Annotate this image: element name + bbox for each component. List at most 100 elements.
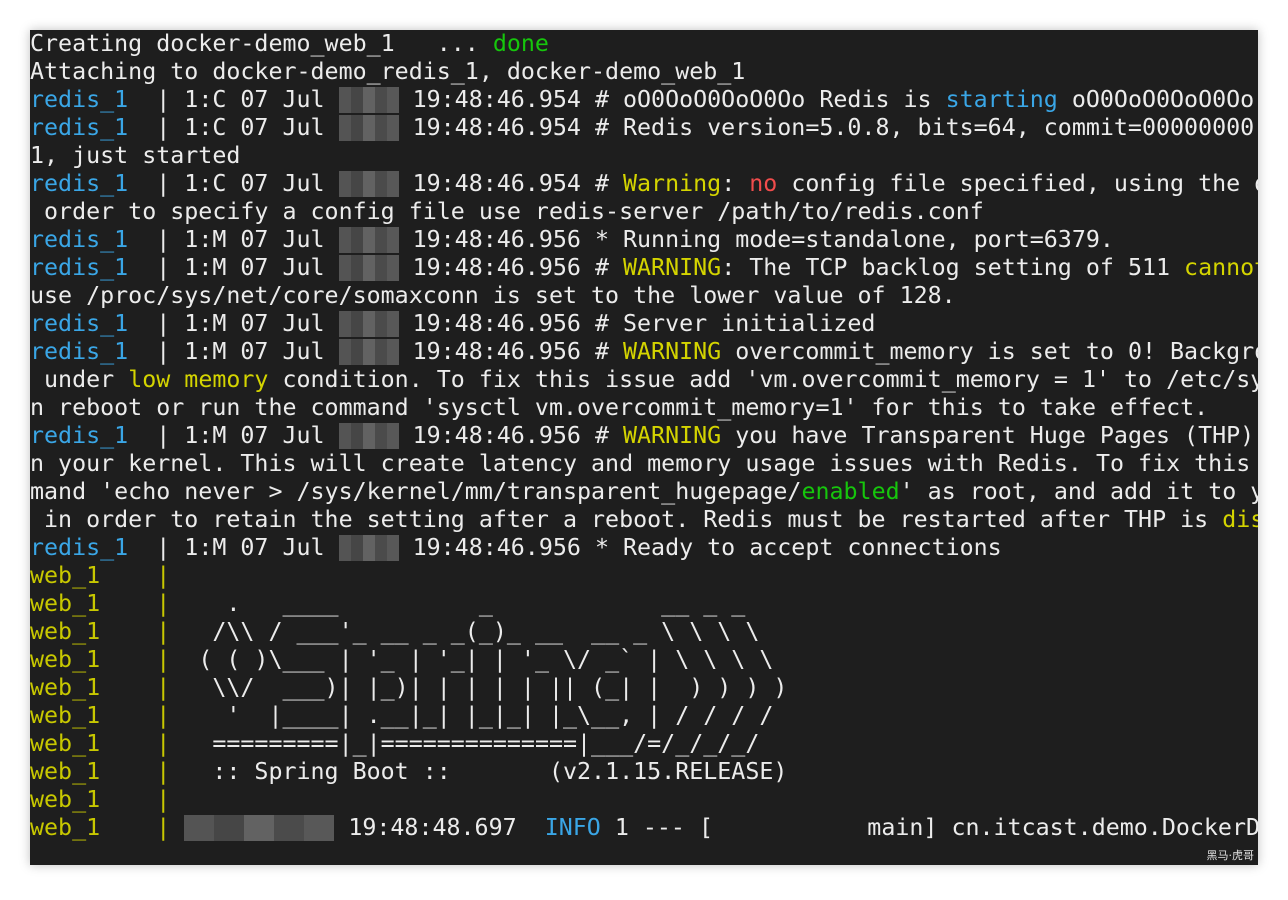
terminal-text-segment: overcommit_memory is set to 0! Backgro bbox=[721, 338, 1258, 365]
terminal-text-segment: use /proc/sys/net/core/somaxconn is set … bbox=[30, 282, 956, 309]
terminal-text-segment: /\\ / ___'_ __ _ _(_)_ __ __ _ \ \ \ \ bbox=[170, 618, 760, 645]
terminal-text-segment: redis_1 bbox=[30, 422, 129, 449]
terminal-line: order to specify a config file use redis… bbox=[30, 198, 1258, 226]
terminal-text-segment: | 1:M 07 Jul bbox=[128, 338, 339, 365]
terminal-text-segment: WARNING bbox=[623, 254, 722, 281]
terminal-window[interactable]: Creating docker-demo_web_1 ... done Attac… bbox=[30, 30, 1258, 865]
terminal-text-segment: in order to retain the setting after a r… bbox=[30, 506, 1223, 533]
terminal-text-segment: : bbox=[721, 170, 750, 197]
terminal-text-segment: web_1 | bbox=[30, 618, 171, 645]
terminal-line: under low memory condition. To fix this … bbox=[30, 366, 1258, 394]
terminal-text-segment: condition. To fix this issue add 'vm.ove… bbox=[268, 366, 1258, 393]
terminal-line: n your kernel. This will create latency … bbox=[30, 450, 1258, 478]
redacted-timestamp bbox=[338, 339, 399, 365]
terminal-line: web_1 | bbox=[30, 786, 1258, 814]
redacted-timestamp bbox=[338, 423, 399, 449]
terminal-text-segment: no bbox=[749, 170, 778, 197]
terminal-output: Creating docker-demo_web_1 ... done Attac… bbox=[30, 30, 1258, 842]
terminal-text-segment: WARNING bbox=[623, 422, 722, 449]
terminal-text-segment: starting bbox=[945, 86, 1058, 113]
terminal-text-segment: dis bbox=[1222, 506, 1258, 533]
terminal-text-segment: \\/ ___)| |_)| | | | | || (_| | ) ) ) ) bbox=[170, 674, 788, 701]
redacted-timestamp bbox=[338, 115, 399, 141]
terminal-line: web_1 | bbox=[30, 562, 1258, 590]
terminal-text-segment: | 1:C 07 Jul bbox=[128, 170, 339, 197]
terminal-text-segment: cannot bbox=[1184, 254, 1258, 281]
redacted-timestamp bbox=[338, 171, 399, 197]
terminal-text-segment: 19:48:46.954 # Redis version=5.0.8, bits… bbox=[398, 114, 1258, 141]
terminal-text-segment: 19:48:46.956 # bbox=[398, 338, 623, 365]
terminal-line: redis_1 | 1:M 07 Jul 19:48:46.956 # WARN… bbox=[30, 422, 1258, 450]
terminal-text-segment: ' as root, and add it to y bbox=[899, 478, 1258, 505]
terminal-text-segment: | 1:M 07 Jul bbox=[128, 254, 339, 281]
terminal-text-segment: redis_1 bbox=[30, 114, 129, 141]
terminal-text-segment: 19:48:46.954 # bbox=[398, 170, 623, 197]
redacted-timestamp bbox=[338, 535, 399, 561]
terminal-text-segment: web_1 | bbox=[30, 674, 171, 701]
terminal-text-segment: 19:48:46.956 * Ready to accept connectio… bbox=[398, 534, 1002, 561]
terminal-line: web_1 | /\\ / ___'_ __ _ _(_)_ __ __ _ \… bbox=[30, 618, 1258, 646]
terminal-line: redis_1 | 1:C 07 Jul 19:48:46.954 # oO0O… bbox=[30, 86, 1258, 114]
redacted-timestamp bbox=[184, 815, 335, 841]
redacted-timestamp bbox=[338, 87, 399, 113]
terminal-line: web_1 | 19:48:48.697 INFO 1 --- [ main] … bbox=[30, 814, 1258, 842]
terminal-text-segment: redis_1 bbox=[30, 310, 129, 337]
terminal-text-segment: web_1 | bbox=[30, 702, 171, 729]
terminal-text-segment: 1, just started bbox=[30, 142, 241, 169]
terminal-text-segment: web_1 | bbox=[30, 562, 171, 589]
terminal-line: redis_1 | 1:M 07 Jul 19:48:46.956 # WARN… bbox=[30, 254, 1258, 282]
terminal-line: web_1 | . ____ _ __ _ _ bbox=[30, 590, 1258, 618]
terminal-line: in order to retain the setting after a r… bbox=[30, 506, 1258, 534]
terminal-text-segment: web_1 | bbox=[30, 786, 171, 813]
terminal-text-segment: Warning bbox=[623, 170, 722, 197]
terminal-text-segment: =========|_|==============|___/=/_/_/_/ bbox=[170, 730, 760, 757]
terminal-text-segment: 19:48:46.956 # bbox=[398, 422, 623, 449]
terminal-text-segment: low memory bbox=[128, 366, 269, 393]
terminal-text-segment: . ____ _ __ _ _ bbox=[170, 590, 746, 617]
terminal-line: redis_1 | 1:C 07 Jul 19:48:46.954 # Warn… bbox=[30, 170, 1258, 198]
terminal-line: web_1 | :: Spring Boot :: (v2.1.15.RELEA… bbox=[30, 758, 1258, 786]
terminal-line: Creating docker-demo_web_1 ... done bbox=[30, 30, 1258, 58]
terminal-text-segment: web_1 | bbox=[30, 590, 171, 617]
terminal-text-segment: done bbox=[492, 30, 549, 57]
terminal-line: n reboot or run the command 'sysctl vm.o… bbox=[30, 394, 1258, 422]
terminal-text-segment: | 1:C 07 Jul bbox=[128, 114, 339, 141]
terminal-text-segment: :: Spring Boot :: (v2.1.15.RELEASE) bbox=[170, 758, 788, 785]
terminal-text-segment: INFO bbox=[544, 814, 601, 841]
terminal-text-segment: mand 'echo never > /sys/kernel/mm/transp… bbox=[30, 478, 802, 505]
terminal-line: web_1 | =========|_|==============|___/=… bbox=[30, 730, 1258, 758]
terminal-text-segment: redis_1 bbox=[30, 534, 129, 561]
redacted-timestamp bbox=[338, 255, 399, 281]
terminal-line: redis_1 | 1:M 07 Jul 19:48:46.956 * Read… bbox=[30, 534, 1258, 562]
terminal-text-segment: 19:48:46.956 * Running mode=standalone, … bbox=[398, 226, 1114, 253]
terminal-text-segment: WARNING bbox=[623, 338, 722, 365]
terminal-text-segment: ( ( )\___ | '_ | '_| | '_ \/ _` | \ \ \ … bbox=[170, 646, 774, 673]
terminal-text-segment: | 1:M 07 Jul bbox=[128, 422, 339, 449]
terminal-text-segment: redis_1 bbox=[30, 86, 129, 113]
terminal-text-segment: ' |____| .__|_| |_|_| |_\__, | / / / / bbox=[170, 702, 774, 729]
terminal-text-segment: web_1 | bbox=[30, 758, 171, 785]
terminal-text-segment: under bbox=[30, 366, 129, 393]
terminal-text-segment: enabled bbox=[801, 478, 900, 505]
watermark: 黑马·虎哥 bbox=[1206, 849, 1255, 862]
redacted-timestamp bbox=[338, 227, 399, 253]
terminal-text-segment: n your kernel. This will create latency … bbox=[30, 450, 1251, 477]
terminal-text-segment: Attaching to docker-demo_redis_1, docker… bbox=[30, 58, 746, 85]
terminal-text-segment: web_1 | bbox=[30, 814, 171, 841]
terminal-text-segment: | 1:M 07 Jul bbox=[128, 226, 339, 253]
terminal-line: mand 'echo never > /sys/kernel/mm/transp… bbox=[30, 478, 1258, 506]
redacted-timestamp bbox=[338, 311, 399, 337]
terminal-line: redis_1 | 1:M 07 Jul 19:48:46.956 # Serv… bbox=[30, 310, 1258, 338]
terminal-text-segment: web_1 | bbox=[30, 730, 171, 757]
terminal-text-segment: | 1:M 07 Jul bbox=[128, 534, 339, 561]
terminal-text-segment: order to specify a config file use redis… bbox=[30, 198, 984, 225]
terminal-line: redis_1 | 1:M 07 Jul 19:48:46.956 # WARN… bbox=[30, 338, 1258, 366]
terminal-text-segment: | 1:C 07 Jul bbox=[128, 86, 339, 113]
terminal-text-segment: config file specified, using the d bbox=[777, 170, 1258, 197]
terminal-text-segment: : The TCP backlog setting of 511 bbox=[721, 254, 1185, 281]
terminal-text-segment: 19:48:46.956 # bbox=[398, 254, 623, 281]
terminal-line: 1, just started bbox=[30, 142, 1258, 170]
terminal-text-segment: 19:48:46.956 # Server initialized bbox=[398, 310, 876, 337]
terminal-text-segment: redis_1 bbox=[30, 226, 129, 253]
